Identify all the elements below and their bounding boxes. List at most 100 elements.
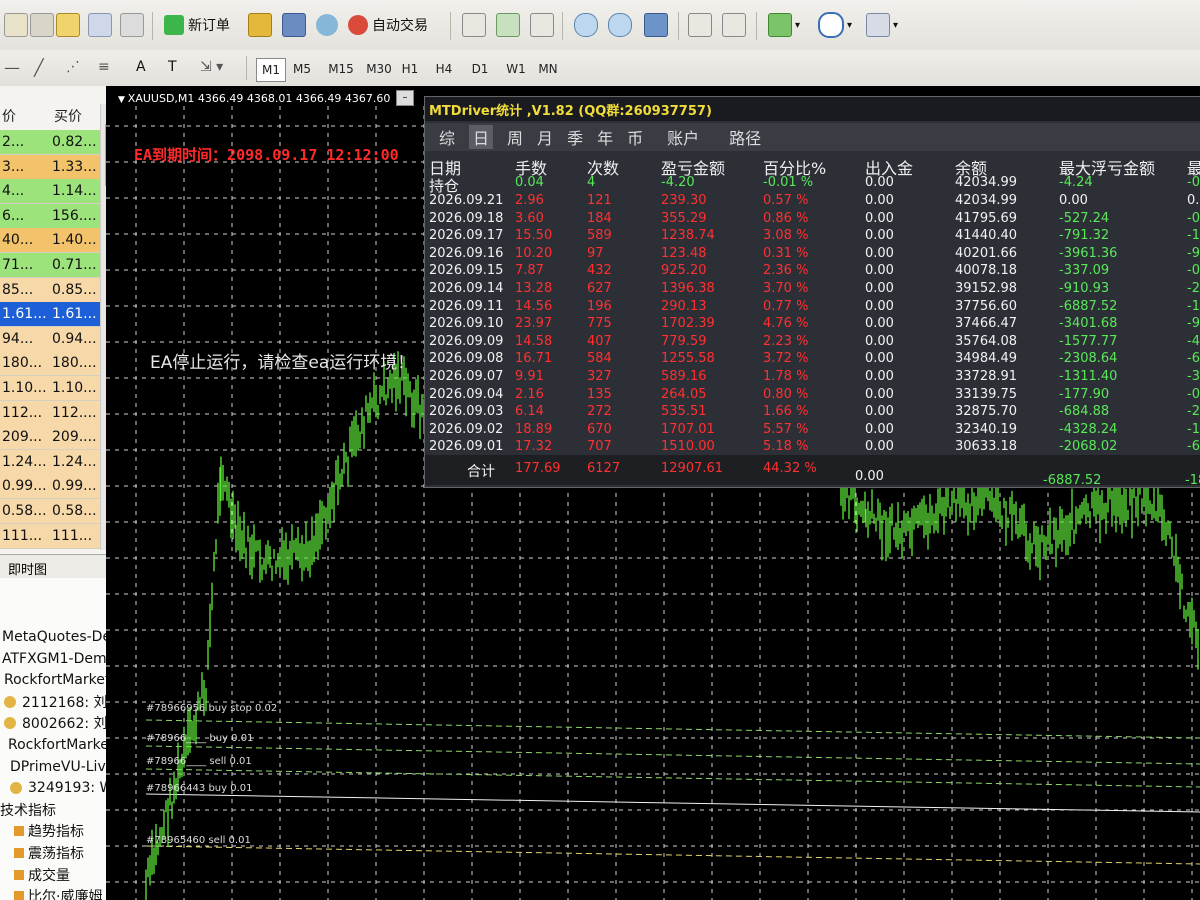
navigator-indicator-item[interactable]: 震荡指标 — [14, 842, 84, 864]
window-icon[interactable] — [88, 10, 112, 40]
market-watch-row[interactable]: 71... 0.71... — [0, 253, 100, 278]
market-watch-row[interactable]: 1.24... 1.24... — [0, 449, 100, 475]
fibo-icon[interactable]: ≡ — [98, 52, 110, 82]
trendline-icon[interactable]: ╱ — [34, 52, 44, 82]
market-watch-header: 价 买价 — [0, 104, 100, 128]
stats-tab[interactable]: 日 — [469, 125, 494, 149]
pen-icon[interactable] — [248, 10, 272, 40]
market-watch-row[interactable]: 0.58... 0.58... — [0, 499, 100, 524]
navigator-account-item[interactable]: 8002662: 刘 — [4, 712, 108, 734]
row-percent: 2.23 % — [763, 333, 809, 349]
auto-trade-button[interactable]: 自动交易 — [348, 10, 428, 40]
row-date: 2026.09.07 — [429, 369, 504, 384]
navigator-account-item[interactable]: DPrimeVU-Live — [10, 756, 114, 778]
chart-symbol-title: ▼ XAUUSD,M1 4366.49 4368.01 4366.49 4367… — [118, 92, 391, 105]
timeframe-w1-button[interactable]: W1 — [502, 58, 530, 80]
navigator-account-item[interactable]: ATFXGM1-Demo — [2, 648, 115, 670]
row-last: -9. — [1187, 245, 1200, 261]
row-date: 2026.09.04 — [429, 386, 504, 402]
tile-windows-icon[interactable] — [644, 10, 668, 40]
ask-price: 0.85... — [52, 281, 97, 298]
market-watch-row[interactable]: 112... 112.... — [0, 400, 100, 426]
market-watch-row[interactable]: 111... 111... — [0, 523, 100, 549]
autoscroll-icon[interactable] — [722, 10, 746, 40]
navigator-account-item[interactable]: MetaQuotes-De — [2, 626, 111, 648]
row-max-float: -2308.64 — [1059, 351, 1118, 367]
market-watch-row[interactable]: 6... 156.... — [0, 203, 100, 229]
row-date: 2026.09.16 — [429, 245, 504, 261]
indicators-icon[interactable]: ▾ — [768, 10, 800, 40]
channel-icon[interactable]: ⋰ — [66, 52, 80, 82]
market-watch-row[interactable]: 1.61... 1.61... — [0, 302, 100, 328]
new-order-label: 新订单 — [188, 18, 230, 34]
tab-tick-chart[interactable]: 即时图 — [8, 559, 47, 578]
row-count: 627 — [587, 281, 612, 296]
signal-icon[interactable] — [316, 10, 338, 40]
market-watch-row[interactable]: 40... 1.40... — [0, 228, 100, 254]
stats-tab[interactable]: 年 — [597, 125, 613, 149]
timeframe-mn-button[interactable]: MN — [534, 58, 562, 80]
stats-tab[interactable]: 季 — [567, 125, 583, 149]
row-lots: 14.56 — [515, 298, 553, 314]
arrows-icon[interactable]: ⇲ ▾ — [200, 52, 223, 82]
favorites-icon[interactable] — [56, 10, 80, 40]
position-lots: 0.04 — [515, 175, 544, 190]
navigator-indicator-item[interactable]: 趋势指标 — [14, 820, 84, 842]
stats-tab[interactable]: 路径 — [729, 125, 761, 149]
navigator-item-label: RockfortMarket — [4, 672, 111, 689]
navigator-item-label: 成交量 — [28, 867, 70, 884]
stats-tab[interactable]: 周 — [507, 125, 523, 149]
market-watch-row[interactable]: 2... 0.82... — [0, 130, 100, 155]
user-icon[interactable] — [282, 10, 306, 40]
label-tool[interactable]: T — [168, 52, 177, 82]
move-icon[interactable] — [30, 10, 54, 40]
text-tool[interactable]: A — [136, 52, 146, 82]
market-watch-row[interactable]: 1.10... 1.10... — [0, 376, 100, 401]
timeframe-m5-button[interactable]: M5 — [288, 58, 316, 80]
timeframe-h1-button[interactable]: H1 — [396, 58, 424, 80]
navigator-account-item[interactable]: 2112168: 刘 — [4, 691, 108, 713]
row-max-float: -2068.02 — [1059, 439, 1118, 455]
candle-chart-icon[interactable] — [496, 10, 520, 40]
line-chart-icon[interactable] — [530, 10, 554, 40]
row-pnl: 535.51 — [661, 404, 707, 420]
navigator-indicator-item[interactable]: 成交量 — [14, 864, 70, 886]
bid-price: 112... — [2, 404, 43, 421]
timeframe-d1-button[interactable]: D1 — [466, 58, 494, 80]
stats-tab[interactable]: 月 — [537, 125, 553, 149]
folder-icon — [14, 891, 24, 900]
market-watch-row[interactable]: 3... 1.33... — [0, 154, 100, 180]
zoom-in-icon[interactable] — [574, 10, 598, 40]
navigator-account-item[interactable]: RockfortMarket — [8, 734, 114, 756]
line-tool-icon[interactable]: — — [4, 52, 20, 82]
bar-chart-icon[interactable] — [462, 10, 486, 40]
market-watch-row[interactable]: 85... 0.85... — [0, 277, 100, 303]
market-watch-row[interactable]: 180... 180.... — [0, 351, 100, 377]
search-icon[interactable] — [120, 10, 144, 40]
template-icon[interactable]: ▾ — [866, 10, 898, 40]
navigator-account-item[interactable]: RockfortMarket — [4, 669, 110, 691]
chart-shift-icon[interactable] — [688, 10, 712, 40]
zoom-out-icon[interactable] — [608, 10, 632, 40]
row-max-float: -910.93 — [1059, 281, 1110, 296]
clock-icon[interactable]: ▾ — [818, 10, 852, 40]
stats-tab[interactable]: 币 — [627, 125, 643, 149]
stats-tab[interactable]: 综 — [439, 125, 455, 149]
row-max-float: -177.90 — [1059, 386, 1110, 402]
new-order-button[interactable]: 新订单 — [164, 10, 230, 40]
timeframe-h4-button[interactable]: H4 — [430, 58, 458, 80]
market-watch-row[interactable]: 94... 0.94... — [0, 326, 100, 352]
market-watch-row[interactable]: 0.99... 0.99... — [0, 474, 100, 500]
crosshair-icon[interactable] — [4, 10, 28, 40]
navigator-indicator-item[interactable]: 比尔·威廉姆 — [14, 885, 102, 900]
minimize-icon[interactable]: – — [396, 90, 414, 106]
market-watch-row[interactable]: 4... 1.14... — [0, 179, 100, 205]
navigator-indicator-item[interactable]: 技术指标 — [0, 799, 56, 821]
row-balance: 41440.40 — [955, 228, 1018, 244]
market-watch-row[interactable]: 209... 209.... — [0, 425, 100, 451]
timeframe-m30-button[interactable]: M30 — [362, 58, 396, 80]
timeframe-m1-button[interactable]: M1 — [256, 58, 286, 82]
row-last: -18 — [1187, 298, 1200, 314]
timeframe-m15-button[interactable]: M15 — [324, 58, 358, 80]
stats-tab[interactable]: 账户 — [667, 125, 699, 149]
